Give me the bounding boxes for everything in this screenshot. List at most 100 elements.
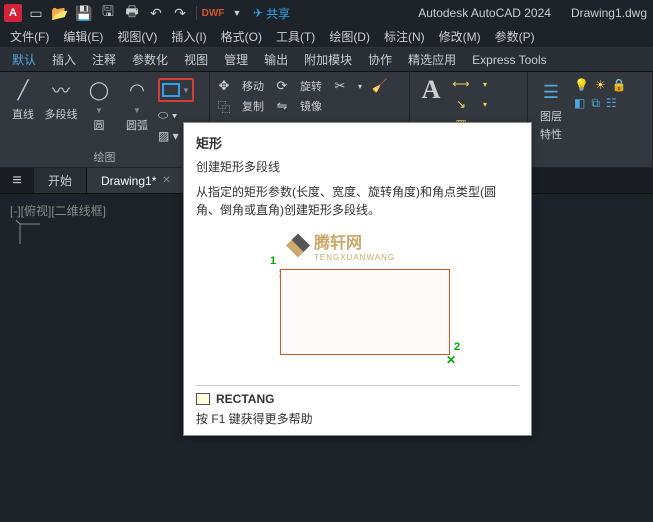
command-name: RECTANG: [216, 392, 274, 406]
watermark: 腾轩网 TENGXUANWANG: [286, 229, 395, 262]
tooltip-diagram: 腾轩网 TENGXUANWANG 1 ✕ 2 ✕: [196, 229, 519, 385]
ribbon-tabs: 默认 插入 注释 参数化 视图 管理 输出 附加模块 协作 精选应用 Expre…: [0, 48, 653, 72]
menubar: 文件(F) 编辑(E) 视图(V) 插入(I) 格式(O) 工具(T) 绘图(D…: [0, 26, 653, 48]
trim-drop[interactable]: ▾: [358, 82, 362, 91]
tool-layer-properties[interactable]: ☰ 图层 特性: [534, 78, 568, 142]
ellipse-icon[interactable]: ⬭ ▾: [158, 108, 194, 123]
app-title: Autodesk AutoCAD 2024: [418, 6, 551, 20]
tooltip-help: 按 F1 键获得更多帮助: [196, 410, 519, 427]
move-icon[interactable]: ✥: [216, 78, 232, 94]
tooltip-rectangle: 矩形 创建矩形多段线 从指定的矩形参数(长度、宽度、旋转角度)和角点类型(圆角、…: [183, 122, 532, 436]
tab-parametric[interactable]: 参数化: [132, 51, 168, 68]
tab-manage[interactable]: 管理: [224, 51, 248, 68]
menu-edit[interactable]: 编辑(E): [63, 28, 103, 45]
polyline-icon: 〰: [47, 76, 75, 104]
menu-modify[interactable]: 修改(M): [439, 28, 481, 45]
diagram-point2-label: 2: [454, 341, 460, 353]
layer-match-icon[interactable]: ⧉: [591, 96, 600, 111]
leader-icon[interactable]: ↘: [452, 96, 470, 112]
menu-view[interactable]: 视图(V): [117, 28, 157, 45]
text-icon: A: [417, 76, 445, 104]
docs-menu-icon[interactable]: ≡: [0, 168, 34, 193]
tab-annotate[interactable]: 注释: [92, 51, 116, 68]
layer-color-icon[interactable]: ◧: [574, 96, 585, 111]
tool-line[interactable]: ╱ 直线: [6, 76, 40, 122]
menu-format[interactable]: 格式(O): [221, 28, 262, 45]
save-icon[interactable]: 💾: [76, 5, 92, 21]
chevron-down-icon: ▼: [182, 86, 190, 95]
viewport-label[interactable]: [-][俯视][二维线框]: [10, 202, 106, 219]
tab-start[interactable]: 开始: [34, 168, 87, 193]
line-icon: ╱: [9, 76, 37, 104]
tab-collab[interactable]: 协作: [368, 51, 392, 68]
tool-rectangle[interactable]: ▼: [158, 78, 194, 102]
menu-insert[interactable]: 插入(I): [171, 28, 206, 45]
plot-icon[interactable]: 🖶: [124, 5, 140, 21]
separator: [196, 6, 197, 20]
diagram-rect: [280, 269, 450, 355]
close-icon[interactable]: ✕: [162, 175, 170, 186]
layer-stack-icon: ☰: [537, 78, 565, 106]
circle-icon: ◯: [85, 76, 113, 104]
menu-file[interactable]: 文件(F): [10, 28, 49, 45]
dwf-icon[interactable]: DWF: [205, 5, 221, 21]
tab-default[interactable]: 默认: [12, 51, 36, 68]
erase-icon[interactable]: 🧹: [372, 78, 388, 94]
layer-lock-icon[interactable]: 🔒: [612, 78, 627, 92]
tooltip-title: 矩形: [196, 133, 519, 152]
copy-icon[interactable]: ⿻: [216, 98, 232, 114]
share-icon: ✈: [253, 6, 263, 20]
trim-icon[interactable]: ✂: [332, 78, 348, 94]
diagram-point2-marker: ✕: [446, 353, 456, 367]
saveas-icon[interactable]: 🖫: [100, 5, 116, 21]
tab-express[interactable]: Express Tools: [472, 53, 546, 67]
tab-addins[interactable]: 附加模块: [304, 51, 352, 68]
dim-linear-icon[interactable]: ⟷: [452, 76, 470, 92]
rectangle-icon: [162, 83, 180, 97]
tab-drawing1-label: Drawing1*: [101, 174, 156, 188]
diagram-point1-label: 1: [270, 255, 276, 267]
new-icon[interactable]: ▭: [28, 5, 44, 21]
leader-drop-icon[interactable]: ▾: [476, 96, 494, 112]
panel-draw: ╱ 直线 〰 多段线 ◯ ▼ 圆 ◠ ▼ 圆弧 ▼: [0, 72, 210, 167]
watermark-logo-icon: [286, 234, 310, 258]
chevron-down-icon: ▼: [133, 106, 141, 115]
tab-featured[interactable]: 精选应用: [408, 51, 456, 68]
layer-state-icon[interactable]: ☷: [606, 96, 617, 111]
tab-insert[interactable]: 插入: [52, 51, 76, 68]
titlebar: A ▭ 📂 💾 🖫 🖶 ↶ ↷ DWF ▼ ✈ 共享 Autodesk Auto…: [0, 0, 653, 26]
tab-output[interactable]: 输出: [264, 51, 288, 68]
app-icon[interactable]: A: [4, 4, 22, 22]
document-title: Drawing1.dwg: [571, 6, 647, 20]
command-icon: [196, 393, 210, 405]
arc-icon: ◠: [123, 76, 151, 104]
open-icon[interactable]: 📂: [52, 5, 68, 21]
tab-view[interactable]: 视图: [184, 51, 208, 68]
watermark-sub: TENGXUANWANG: [314, 253, 395, 262]
menu-dimension[interactable]: 标注(N): [384, 28, 425, 45]
chevron-down-icon: ▼: [95, 106, 103, 115]
layer-freeze-icon[interactable]: ☀: [595, 78, 606, 92]
tooltip-subtitle: 创建矩形多段线: [196, 158, 519, 175]
rotate-icon[interactable]: ⟳: [274, 78, 290, 94]
tooltip-description: 从指定的矩形参数(长度、宽度、旋转角度)和角点类型(圆角、倒角或直角)创建矩形多…: [196, 183, 519, 219]
redo-icon[interactable]: ↷: [172, 5, 188, 21]
ucs-icon: [14, 218, 44, 251]
menu-parametric[interactable]: 参数(P): [495, 28, 535, 45]
tab-drawing1[interactable]: Drawing1* ✕: [87, 168, 186, 193]
quick-access-toolbar: ▭ 📂 💾 🖫 🖶 ↶ ↷ DWF ▼ ✈ 共享: [28, 5, 290, 22]
menu-draw[interactable]: 绘图(D): [329, 28, 370, 45]
share-button[interactable]: ✈ 共享: [253, 5, 290, 22]
dim-drop-icon[interactable]: ▾: [476, 76, 494, 92]
tool-arc[interactable]: ◠ ▼ 圆弧: [120, 76, 154, 133]
tab-start-label: 开始: [48, 172, 72, 189]
tool-polyline[interactable]: 〰 多段线: [44, 76, 78, 122]
tooltip-command: RECTANG: [196, 392, 519, 406]
tool-circle[interactable]: ◯ ▼ 圆: [82, 76, 116, 133]
dropdown-icon[interactable]: ▼: [229, 5, 245, 21]
layer-on-icon[interactable]: 💡: [574, 78, 589, 92]
mirror-icon[interactable]: ⇋: [274, 98, 290, 114]
panel-layer: ☰ 图层 特性 💡 ☀ 🔒 ◧ ⧉ ☷: [528, 72, 653, 167]
undo-icon[interactable]: ↶: [148, 5, 164, 21]
menu-tools[interactable]: 工具(T): [276, 28, 315, 45]
